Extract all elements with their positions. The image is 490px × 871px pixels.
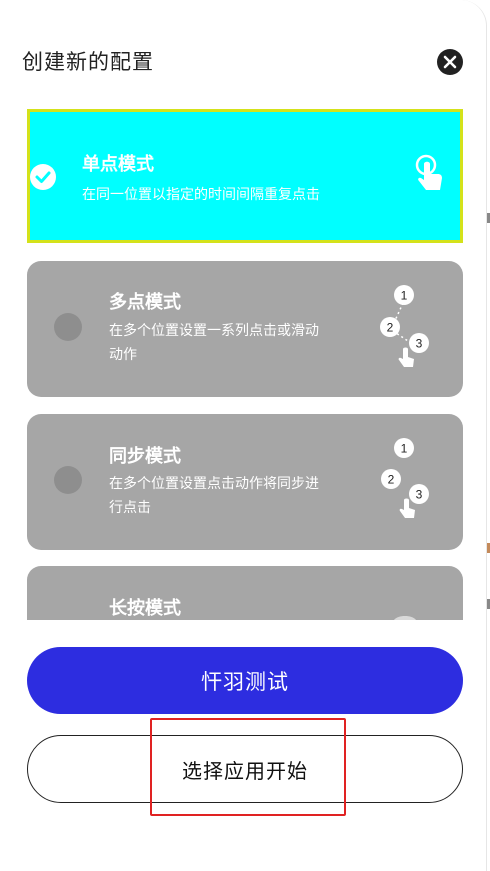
mode-list[interactable]: 单点模式 在同一位置以指定的时间间隔重复点击 多点模式 在多个位置设置一系列点击… bbox=[0, 104, 486, 620]
gesture-number: 2 bbox=[388, 473, 395, 487]
gesture-number: 1 bbox=[401, 442, 408, 456]
mode-title: 同步模式 bbox=[109, 446, 181, 467]
mode-description: 动作 bbox=[109, 347, 137, 363]
single-tap-icon bbox=[414, 154, 448, 200]
mode-title: 单点模式 bbox=[82, 154, 154, 175]
long-press-icon bbox=[394, 616, 416, 620]
mode-title: 长按模式 bbox=[109, 598, 181, 619]
selected-check-icon bbox=[29, 163, 57, 191]
gesture-number: 3 bbox=[416, 488, 423, 502]
gesture-number: 1 bbox=[401, 289, 408, 303]
mode-card-sync[interactable]: 同步模式 在多个位置设置点击动作将同步进 行点击 1 2 3 bbox=[27, 414, 463, 550]
mode-description: 在多个位置设置一系列点击或滑动 bbox=[109, 323, 319, 339]
mode-description: 行点击 bbox=[109, 500, 151, 516]
mode-card-multi[interactable]: 多点模式 在多个位置设置一系列点击或滑动 动作 1 2 3 bbox=[27, 261, 463, 397]
create-config-dialog: 创建新的配置 单点模式 在同一位置以指定的时间间隔重复点击 多点模式 在多个位置… bbox=[0, 0, 487, 871]
start-test-button[interactable]: 忓羽测试 bbox=[27, 647, 463, 714]
dialog-title: 创建新的配置 bbox=[22, 50, 154, 74]
sync-tap-icon: 1 2 3 bbox=[381, 438, 429, 518]
mode-radio[interactable] bbox=[54, 313, 82, 341]
mode-title: 多点模式 bbox=[109, 292, 181, 313]
gesture-number: 2 bbox=[387, 321, 394, 335]
mode-card-single[interactable]: 单点模式 在同一位置以指定的时间间隔重复点击 bbox=[27, 109, 463, 243]
highlight-box bbox=[150, 718, 346, 816]
mode-description: 在同一位置以指定的时间间隔重复点击 bbox=[82, 187, 320, 203]
close-icon[interactable] bbox=[437, 49, 463, 75]
mode-card-long-press[interactable]: 长按模式 bbox=[27, 566, 463, 620]
mode-radio[interactable] bbox=[54, 466, 82, 494]
mode-description: 在多个位置设置点击动作将同步进 bbox=[109, 476, 319, 492]
gesture-number: 3 bbox=[416, 337, 423, 351]
multi-tap-icon: 1 2 3 bbox=[380, 285, 429, 367]
